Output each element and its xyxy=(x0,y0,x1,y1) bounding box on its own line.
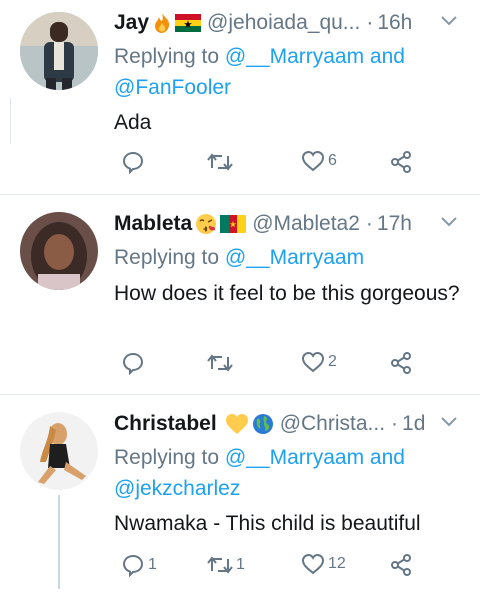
tweet-header: Mableta @Mableta2 · 17h xyxy=(114,207,462,241)
replying-to: Replying to @__Marryaam and @FanFooler xyxy=(114,41,462,103)
like-button[interactable]: 6 xyxy=(298,150,337,172)
replying-to-label: Replying to xyxy=(114,446,220,469)
share-icon xyxy=(389,553,413,577)
retweet-icon xyxy=(207,150,233,174)
share-icon xyxy=(389,351,413,375)
retweet-icon xyxy=(207,351,233,375)
chevron-down-icon[interactable] xyxy=(440,215,458,233)
share-button[interactable] xyxy=(386,553,413,577)
retweet-button[interactable]: 1 xyxy=(204,553,245,577)
timestamp[interactable]: 17h xyxy=(377,212,412,236)
heart-icon xyxy=(301,351,325,373)
tweet-actions: 1 1 12 xyxy=(114,553,434,581)
separator-dot: · xyxy=(365,212,373,235)
tweet-actions: 6 xyxy=(114,150,434,178)
avatar[interactable] xyxy=(20,212,98,290)
heart-icon xyxy=(301,150,325,172)
globe-emoji xyxy=(252,413,274,435)
ghana-flag-emoji xyxy=(175,14,202,32)
thread-line xyxy=(58,495,60,589)
handle[interactable]: @Christa... xyxy=(280,412,385,436)
retweet-button[interactable] xyxy=(204,351,236,375)
replying-to: Replying to @__Marryaam xyxy=(114,242,462,273)
handle[interactable]: @jehoiada_qu... xyxy=(207,11,360,35)
like-button[interactable]: 12 xyxy=(298,553,346,575)
share-button[interactable] xyxy=(386,351,413,375)
tweet-1[interactable]: Jay @jehoiada_qu... · 16h Replying to @_… xyxy=(0,0,480,194)
avatar[interactable] xyxy=(20,412,98,490)
fire-emoji xyxy=(152,12,172,34)
reply-icon xyxy=(121,150,145,174)
like-button[interactable]: 2 xyxy=(298,351,337,373)
replying-to: Replying to @__Marryaam and @jekzcharlez xyxy=(114,442,462,504)
reply-button[interactable] xyxy=(118,150,148,174)
tweet-header: Jay @jehoiada_qu... · 16h xyxy=(114,6,462,40)
retweet-count: 1 xyxy=(236,556,245,573)
retweet-button[interactable] xyxy=(204,150,236,174)
like-count: 6 xyxy=(328,152,337,169)
yellow-heart-emoji xyxy=(225,413,249,435)
reply-button[interactable]: 1 xyxy=(118,553,157,577)
avatar[interactable] xyxy=(20,12,98,90)
kissing-face-emoji xyxy=(195,213,217,235)
cameroon-flag-emoji xyxy=(220,215,247,233)
like-count: 2 xyxy=(328,353,337,370)
timestamp[interactable]: 16h xyxy=(377,11,412,35)
reply-button[interactable] xyxy=(118,351,148,375)
tweet-header: Christabel @Christa... · 1d xyxy=(114,407,462,441)
display-name[interactable]: Jay xyxy=(114,11,149,35)
handle[interactable]: @Mableta2 xyxy=(252,212,360,236)
share-icon xyxy=(389,150,413,174)
reply-count: 1 xyxy=(148,556,157,573)
separator-dot: · xyxy=(391,412,399,435)
display-name[interactable]: Mableta xyxy=(114,212,192,236)
chevron-down-icon[interactable] xyxy=(440,14,458,32)
reply-mentions[interactable]: @__Marryaam xyxy=(225,246,364,269)
tweet-3[interactable]: Christabel @Christa... · 1d Replying to … xyxy=(0,395,480,594)
retweet-icon xyxy=(207,553,233,577)
replying-to-label: Replying to xyxy=(114,246,220,269)
share-button[interactable] xyxy=(386,150,413,174)
replying-to-label: Replying to xyxy=(114,45,220,68)
reply-icon xyxy=(121,553,145,577)
tweet-text: How does it feel to be this gorgeous? xyxy=(114,282,460,305)
tweet-text: Ada xyxy=(114,111,152,134)
chevron-down-icon[interactable] xyxy=(440,415,458,433)
display-name[interactable]: Christabel xyxy=(114,412,217,436)
tweet-text: Nwamaka - This child is beautiful xyxy=(114,512,421,535)
reply-icon xyxy=(121,351,145,375)
heart-icon xyxy=(301,553,325,575)
tweet-2[interactable]: Mableta @Mableta2 · 17h Replying to @__M… xyxy=(0,195,480,394)
like-count: 12 xyxy=(328,555,346,572)
timestamp[interactable]: 1d xyxy=(402,412,425,436)
tweet-actions: 2 xyxy=(114,351,434,379)
separator-dot: · xyxy=(366,11,374,34)
